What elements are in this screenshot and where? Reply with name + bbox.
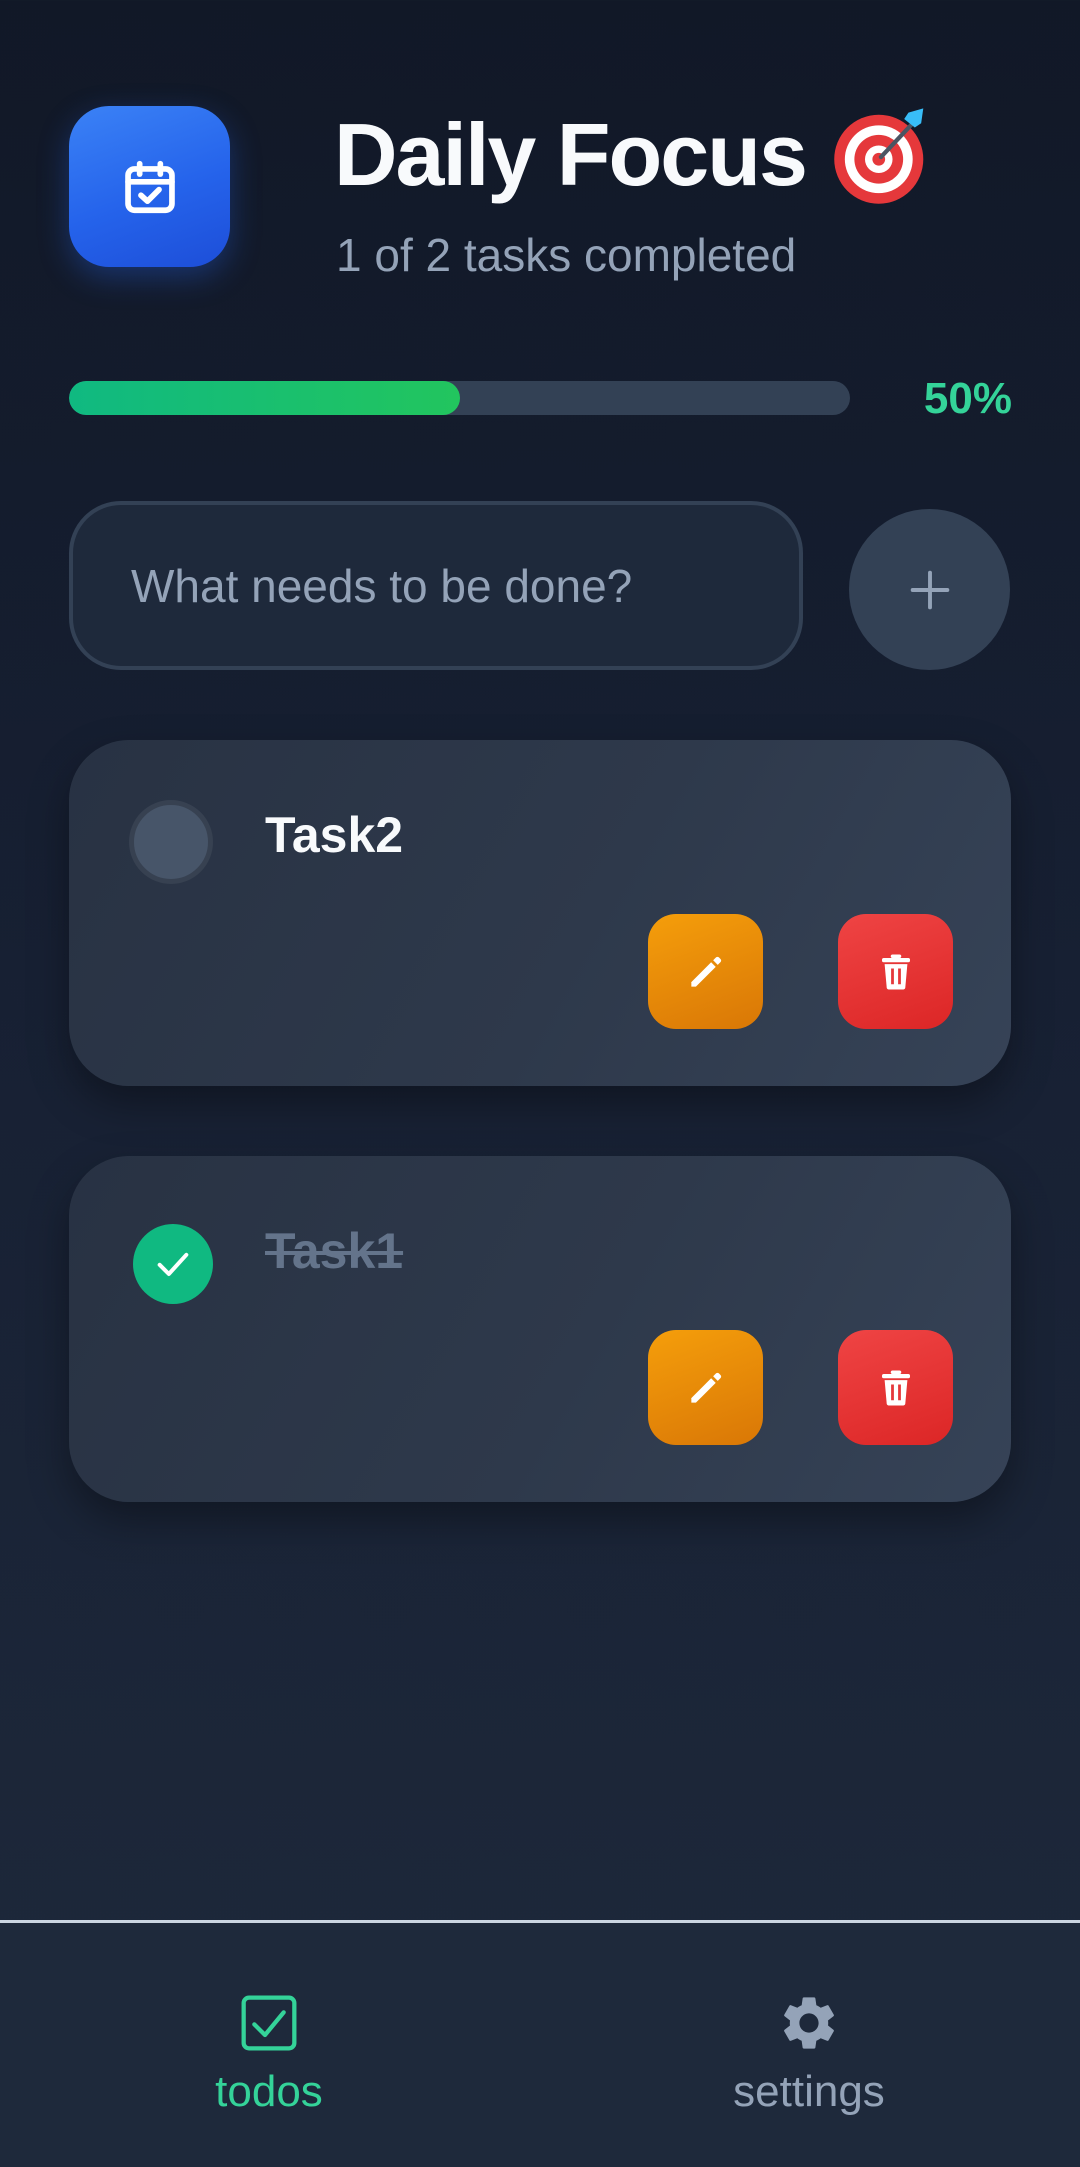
plus-icon (910, 570, 949, 609)
nav-tab-todos[interactable]: todos (119, 1923, 419, 2167)
trash-icon (881, 954, 910, 989)
pencil-icon (690, 1372, 721, 1403)
tasks-completed-summary: 1 of 2 tasks completed (336, 229, 797, 281)
calendar-check-icon (124, 160, 175, 213)
pencil-icon (690, 956, 721, 987)
target-icon (834, 108, 924, 204)
add-task-button[interactable] (849, 509, 1010, 670)
new-task-input[interactable] (69, 501, 803, 670)
task-checkbox-checked[interactable] (133, 1224, 213, 1304)
progress-bar (69, 381, 850, 415)
task-title: Task1 (265, 1223, 404, 1279)
delete-task-button[interactable] (838, 1330, 953, 1445)
nav-tab-settings-label: settings (733, 2067, 885, 2116)
task-card: Task1 (69, 1156, 1011, 1502)
delete-task-button[interactable] (838, 914, 953, 1029)
task-title: Task2 (265, 807, 404, 863)
task-card: Task2 (69, 740, 1011, 1086)
bottom-nav: todos settings (0, 1920, 1080, 2167)
page-title-text: Daily Focus (334, 105, 808, 204)
task-checkbox[interactable] (129, 800, 213, 884)
trash-icon (881, 1370, 910, 1405)
nav-tab-todos-label: todos (215, 2067, 323, 2116)
edit-task-button[interactable] (648, 1330, 763, 1445)
progress-bar-fill (69, 381, 460, 415)
checkbox-icon (241, 1995, 297, 2051)
app-icon (69, 106, 230, 267)
gear-icon (784, 1997, 834, 2049)
edit-task-button[interactable] (648, 914, 763, 1029)
nav-tab-settings[interactable]: settings (659, 1923, 959, 2167)
check-icon (157, 1252, 189, 1276)
progress-percent: 50% (923, 374, 1012, 423)
page-title: Daily Focus (334, 100, 936, 210)
